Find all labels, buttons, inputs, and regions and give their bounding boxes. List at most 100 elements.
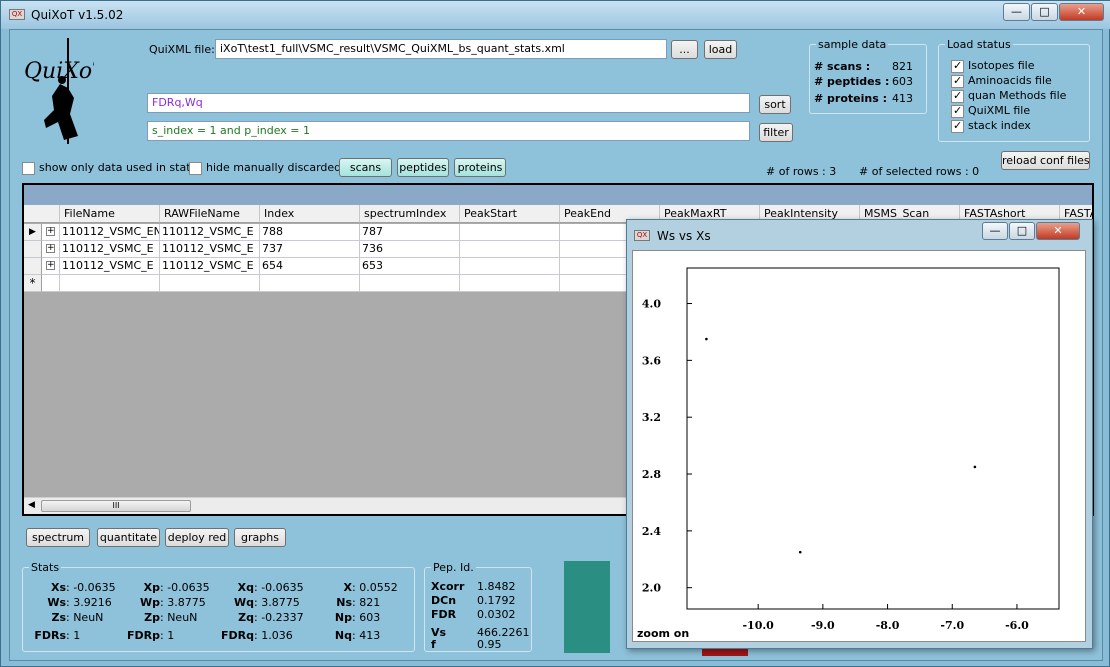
x-tick-label: -7.0 [940, 619, 964, 632]
sample-proteins-label: # proteins : [814, 92, 887, 105]
data-point [705, 337, 708, 341]
stat-value: : NeuN [160, 611, 198, 624]
scroll-left-icon[interactable]: ◀ [28, 500, 35, 510]
stat-label: Xp [143, 581, 160, 594]
expand-icon[interactable]: + [46, 261, 55, 270]
table-cell[interactable] [460, 258, 560, 275]
row-expander-cell: + [42, 224, 60, 241]
plot-close-button[interactable]: ✕ [1036, 222, 1080, 240]
graphs-button[interactable]: graphs [234, 528, 286, 547]
table-cell[interactable] [160, 275, 260, 292]
sample-peptides-label: # peptides : [814, 75, 890, 88]
table-cell[interactable]: 110112_VSMC_E [160, 224, 260, 241]
reload-conf-files-button[interactable]: reload conf files [1001, 151, 1090, 170]
x-tick-label: -9.0 [811, 619, 835, 632]
table-cell[interactable]: 736 [360, 241, 460, 258]
table-cell[interactable] [42, 275, 60, 292]
y-tick-label: 4.0 [642, 298, 661, 311]
plot-panel[interactable]: -10.0 -9.0 -8.0 -7.0 -6.0 4.0 3.6 3.2 2.8 2.4 2.0 … [632, 250, 1086, 642]
stat-label: Zq [238, 611, 254, 624]
minimize-icon: — [989, 224, 1001, 237]
stat-label: X [343, 581, 352, 594]
stack-index-label: stack index [968, 119, 1031, 132]
row-count: # of rows : 3 [766, 165, 837, 178]
table-cell[interactable]: 110112_VSMC_E [60, 241, 160, 258]
stat-value: : 0.0552 [352, 581, 398, 594]
quixml-file-status-label: QuiXML file [968, 104, 1031, 117]
stat-label: Zs [51, 611, 66, 624]
maximize-button[interactable]: □ [1031, 3, 1058, 21]
plot-minimize-button[interactable]: — [982, 222, 1008, 240]
expand-icon[interactable]: + [46, 227, 55, 236]
table-cell[interactable] [60, 275, 160, 292]
quixml-path-input[interactable]: iXoT\test1_full\VSMC_result\VSMC_QuiXML_… [215, 39, 667, 59]
table-cell[interactable] [460, 275, 560, 292]
table-cell[interactable]: 110112_VSMC_EN [60, 224, 160, 241]
col-header-rawfilename[interactable]: RAWFileName [160, 205, 260, 223]
data-point [798, 550, 802, 554]
scrollbar-thumb[interactable]: III [41, 500, 191, 512]
isotopes-file-label: Isotopes file [968, 59, 1035, 72]
scans-toggle[interactable]: scans [339, 158, 392, 177]
table-cell[interactable]: 110112_VSMC_E [160, 258, 260, 275]
filter-expression-input[interactable]: s_index = 1 and p_index = 1 [147, 121, 750, 141]
aminoacids-file-checkbox[interactable] [951, 74, 964, 88]
dcn-value: 0.1792 [477, 594, 516, 607]
data-point [973, 465, 977, 469]
col-header-filename[interactable]: FileName [60, 205, 160, 223]
table-cell[interactable] [360, 275, 460, 292]
isotopes-file-checkbox[interactable] [951, 59, 964, 73]
minimize-button[interactable]: — [1003, 3, 1030, 21]
sample-data-group: sample data # scans : 821 # peptides : 6… [809, 38, 927, 114]
new-row-selector[interactable]: * [24, 275, 42, 292]
table-cell[interactable]: 788 [260, 224, 360, 241]
sort-button[interactable]: sort [759, 95, 791, 114]
y-tick-label: 2.8 [642, 468, 661, 481]
col-header-spectrumindex[interactable]: spectrumIndex [360, 205, 460, 223]
table-cell[interactable] [260, 275, 360, 292]
plot-maximize-button[interactable]: □ [1009, 222, 1035, 240]
table-cell[interactable]: 787 [360, 224, 460, 241]
row-selector[interactable] [24, 241, 42, 258]
plot-window-icon: QX [634, 230, 650, 241]
hide-discarded-checkbox[interactable] [189, 162, 202, 175]
proteins-toggle[interactable]: proteins [454, 158, 506, 177]
close-button[interactable]: ✕ [1059, 3, 1104, 21]
quantitate-button[interactable]: quantitate [97, 528, 160, 547]
status-color-box [564, 561, 610, 653]
quan-methods-file-checkbox[interactable] [951, 89, 964, 103]
hide-discarded-label: hide manually discarded [206, 161, 342, 174]
app-icon: QX [9, 9, 25, 20]
browse-button[interactable]: ... [671, 40, 698, 59]
pep-id-title: Pep. Id. [431, 561, 476, 574]
table-cell[interactable]: 653 [360, 258, 460, 275]
grid-corner-header [24, 205, 60, 223]
stack-index-checkbox[interactable] [951, 119, 964, 133]
table-cell[interactable] [460, 241, 560, 258]
y-tick-label: 2.0 [642, 582, 661, 595]
expand-icon[interactable]: + [46, 244, 55, 253]
stat-label: Ws [47, 596, 66, 609]
table-cell[interactable]: 737 [260, 241, 360, 258]
row-selector[interactable] [24, 258, 42, 275]
table-cell[interactable]: 110112_VSMC_E [60, 258, 160, 275]
spectrum-button[interactable]: spectrum [26, 528, 90, 547]
peptides-toggle[interactable]: peptides [397, 158, 449, 177]
row-selector[interactable]: ▶ [24, 224, 42, 241]
table-cell[interactable]: 110112_VSMC_E [160, 241, 260, 258]
show-only-used-checkbox[interactable] [22, 162, 35, 175]
col-header-peakstart[interactable]: PeakStart [460, 205, 560, 223]
load-button[interactable]: load [704, 40, 737, 59]
filter-button[interactable]: filter [759, 123, 793, 142]
sample-proteins-value: 413 [892, 92, 913, 105]
quixml-file-checkbox[interactable] [951, 104, 964, 118]
deploy-red-button[interactable]: deploy red [165, 528, 229, 547]
table-cell[interactable] [460, 224, 560, 241]
col-header-index[interactable]: Index [260, 205, 360, 223]
sample-scans-label: # scans : [814, 60, 871, 73]
table-cell[interactable]: 654 [260, 258, 360, 275]
y-tick-label: 3.2 [642, 411, 661, 424]
close-icon: ✕ [1076, 5, 1087, 18]
sort-expression-input[interactable]: FDRq,Wq [147, 93, 750, 113]
load-status-title: Load status [945, 38, 1013, 51]
